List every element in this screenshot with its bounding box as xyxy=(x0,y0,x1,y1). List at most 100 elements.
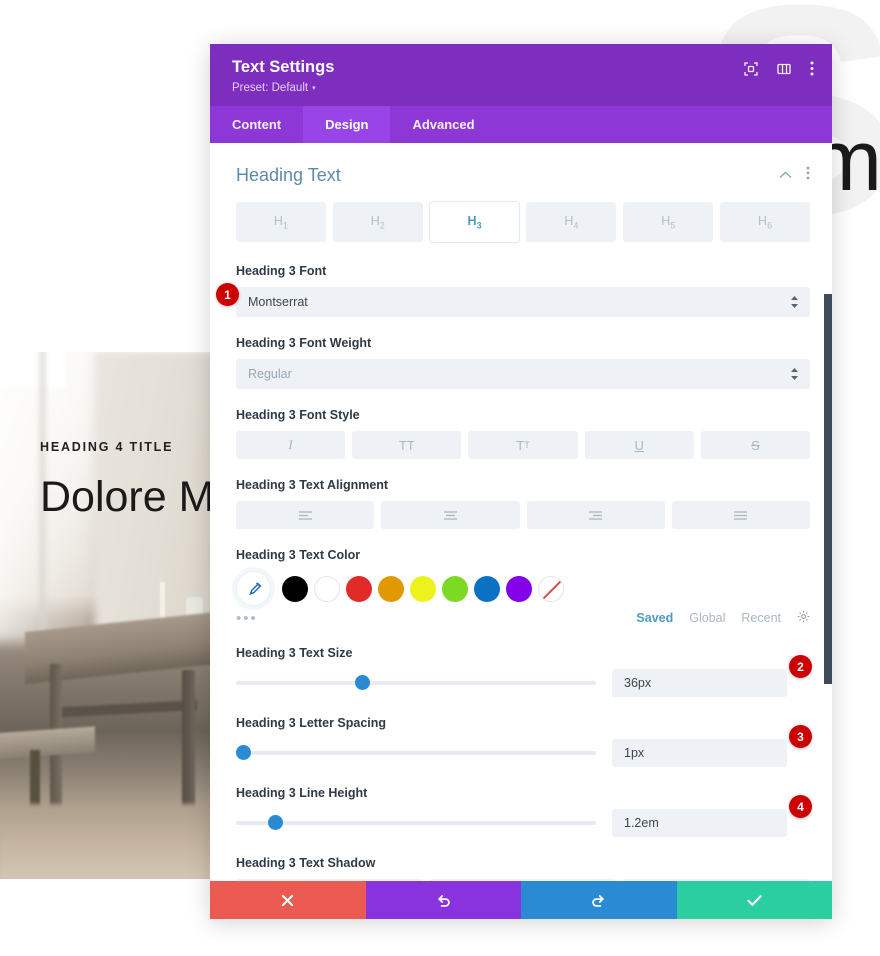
letter-spacing-slider-handle[interactable] xyxy=(236,745,251,761)
field-heading3-letter-spacing: Heading 3 Letter Spacing 1px xyxy=(236,716,810,768)
cancel-button[interactable] xyxy=(210,881,366,919)
swatch-black[interactable] xyxy=(282,575,308,602)
align-right-icon[interactable] xyxy=(526,501,665,530)
align-left-icon[interactable] xyxy=(236,501,375,530)
swatch-red[interactable] xyxy=(346,575,372,602)
small-caps-small-glyph: T xyxy=(524,440,530,451)
heading3-text-size-label: Heading 3 Text Size xyxy=(236,646,353,661)
text-alignment-buttons xyxy=(236,501,810,530)
field-heading3-line-height: Heading 3 Line Height 1.2em xyxy=(236,786,810,838)
swatch-blue[interactable] xyxy=(474,575,500,602)
text-shadow-option-2[interactable] xyxy=(429,879,617,881)
line-height-slider[interactable] xyxy=(236,815,596,831)
text-size-slider-row: 36px xyxy=(236,669,810,698)
text-size-slider[interactable] xyxy=(236,675,596,691)
h1-sub: 1 xyxy=(282,220,288,231)
font-select[interactable]: Montserrat xyxy=(236,287,810,318)
italic-icon[interactable]: I xyxy=(236,431,346,460)
photo-small-window xyxy=(0,352,66,388)
text-size-slider-handle[interactable] xyxy=(354,675,370,691)
heading-level-h5[interactable]: H5 xyxy=(623,201,714,243)
text-size-value[interactable]: 36px xyxy=(612,669,787,698)
background-eyebrow-text: HEADING 4 TITLE xyxy=(40,440,174,454)
heading3-line-height-label: Heading 3 Line Height xyxy=(236,786,368,801)
heading-text-section-header: Heading Text xyxy=(236,143,810,202)
font-style-buttons: I TT TT U S xyxy=(236,431,811,460)
photo-bench xyxy=(0,726,95,760)
palette-tabs: Saved Global Recent xyxy=(636,610,810,626)
tab-content[interactable]: Content xyxy=(210,106,303,143)
annotation-badge-4: 4 xyxy=(789,795,812,818)
background-headline-text: Dolore Ma xyxy=(40,473,239,521)
line-height-value[interactable]: 1.2em xyxy=(612,809,787,838)
photo-table-brace xyxy=(52,700,197,718)
swatch-transparent[interactable] xyxy=(538,575,564,602)
text-settings-modal: Text Settings Preset: Default ▾ Content … xyxy=(210,44,832,919)
preset-selector[interactable]: Preset: Default ▾ xyxy=(232,82,334,94)
strikethrough-icon[interactable]: S xyxy=(700,431,811,460)
more-colors-button[interactable]: ••• xyxy=(236,610,258,627)
heading-level-h1[interactable]: H1 xyxy=(236,201,326,243)
letter-spacing-slider[interactable] xyxy=(236,745,596,761)
letter-spacing-value[interactable]: 1px xyxy=(612,739,787,768)
palette-tab-global[interactable]: Global xyxy=(689,611,725,625)
swatch-purple[interactable] xyxy=(506,575,532,602)
small-caps-icon[interactable]: TT xyxy=(468,431,578,460)
eyedropper-icon[interactable] xyxy=(236,571,271,607)
annotation-badge-2: 2 xyxy=(789,655,812,678)
section-kebab-menu-icon[interactable] xyxy=(806,166,810,185)
heading-level-h2[interactable]: H2 xyxy=(332,201,423,243)
palette-tab-recent[interactable]: Recent xyxy=(741,611,781,625)
h1-label: H xyxy=(273,213,283,228)
heading-level-h3[interactable]: H3 xyxy=(429,201,520,243)
tab-advanced[interactable]: Advanced xyxy=(390,106,496,143)
photo-floor xyxy=(0,804,213,879)
page-root: S m HEADING 4 TITLE Dolore Ma Text Setti… xyxy=(0,0,880,956)
tab-design[interactable]: Design xyxy=(303,105,391,143)
kebab-menu-icon[interactable] xyxy=(810,61,814,81)
gear-icon[interactable] xyxy=(797,610,810,626)
field-heading3-text-shadow: Heading 3 Text Shadow xyxy=(236,856,811,881)
swatch-green[interactable] xyxy=(442,575,468,602)
panel-layout-icon[interactable] xyxy=(777,62,791,81)
swatch-yellow[interactable] xyxy=(410,575,436,602)
palette-tab-saved[interactable]: Saved xyxy=(636,611,673,625)
chevron-down-icon: ▾ xyxy=(312,84,316,92)
align-center-icon[interactable] xyxy=(381,501,520,530)
modal-scrollbar-thumb[interactable] xyxy=(824,293,832,684)
modal-scrollbar[interactable] xyxy=(824,143,832,881)
heading3-font-label: Heading 3 Font xyxy=(236,264,327,279)
select-spinner-icon xyxy=(791,368,798,381)
swatch-orange[interactable] xyxy=(378,575,404,602)
preset-label: Preset: Default xyxy=(232,81,309,94)
small-caps-large-glyph: T xyxy=(516,437,525,453)
uppercase-icon[interactable]: TT xyxy=(352,431,462,460)
text-shadow-option-3[interactable] xyxy=(623,879,811,881)
heading3-text-alignment-label: Heading 3 Text Alignment xyxy=(236,478,389,493)
target-focus-icon[interactable] xyxy=(744,61,758,81)
align-justify-icon[interactable] xyxy=(671,501,810,530)
select-spinner-icon xyxy=(791,296,798,309)
heading-level-h6[interactable]: H6 xyxy=(720,201,810,243)
field-heading3-font: Heading 3 Font Montserrat xyxy=(236,264,810,318)
font-select-value: Montserrat xyxy=(248,295,308,310)
redo-button[interactable] xyxy=(521,881,677,919)
chevron-up-icon[interactable] xyxy=(779,166,792,184)
underline-icon[interactable]: U xyxy=(584,431,694,460)
h5-label: H xyxy=(661,213,671,228)
modal-header-icons xyxy=(744,58,814,81)
line-height-slider-row: 1.2em xyxy=(236,809,810,838)
h2-label: H xyxy=(370,213,380,228)
heading3-text-shadow-label: Heading 3 Text Shadow xyxy=(236,856,376,871)
text-shadow-option-1[interactable] xyxy=(236,879,423,881)
line-height-slider-handle[interactable] xyxy=(268,815,284,831)
heading-level-h4[interactable]: H4 xyxy=(526,201,617,243)
font-weight-select[interactable]: Regular xyxy=(236,359,810,390)
modal-header: Text Settings Preset: Default ▾ xyxy=(210,44,832,106)
save-button[interactable] xyxy=(676,881,832,919)
heading3-text-color-label: Heading 3 Text Color xyxy=(236,548,361,563)
h6-label: H xyxy=(758,213,768,228)
swatch-white[interactable] xyxy=(314,575,340,602)
field-heading3-text-color: Heading 3 Text Color ••• Saved Global Re… xyxy=(236,548,810,627)
undo-button[interactable] xyxy=(365,881,521,919)
